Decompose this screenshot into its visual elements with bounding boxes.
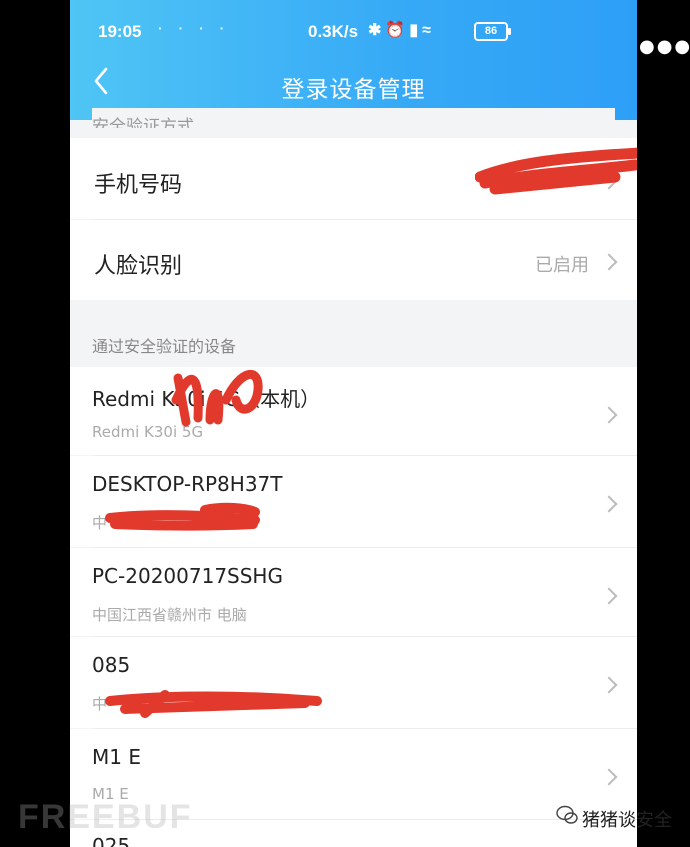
row-value: 已启用 (535, 255, 589, 276)
phone-number-row[interactable]: 手机号码 (70, 138, 637, 219)
chevron-right-icon (600, 253, 618, 271)
device-sub: 中 (92, 514, 108, 532)
chevron-right-icon (600, 768, 618, 786)
wechat-icon (556, 805, 578, 824)
face-recognition-row[interactable]: 人脸识别 已启用 (70, 220, 637, 300)
chevron-right-icon (600, 587, 618, 605)
devices-section-title: 通过安全验证的设备 (92, 337, 237, 356)
status-dots: · · · · (158, 20, 231, 36)
device-name: 085 (92, 653, 131, 677)
device-name: PC-20200717SSHG (92, 564, 283, 588)
device-item[interactable]: Redmi K30i 5G（本机） Redmi K30i 5G (70, 367, 637, 455)
status-icons: ✱⏰▮≈ (368, 20, 435, 40)
network-speed: 0.3K/s (308, 22, 359, 41)
device-sub: Redmi K30i 5G (92, 423, 204, 441)
app-header: 19:05 · · · · 0.3K/s ✱⏰▮≈ 86 登录设备管理 (70, 0, 637, 120)
row-label: 人脸识别 (94, 254, 183, 279)
phone-screen: 19:05 · · · · 0.3K/s ✱⏰▮≈ 86 登录设备管理 安全验证… (70, 0, 637, 847)
section-title-partial: 安全验证方式 (92, 108, 615, 128)
status-bar: 19:05 · · · · 0.3K/s ✱⏰▮≈ 86 (70, 18, 637, 46)
bluetooth-icon: ✱ (368, 22, 386, 39)
device-item[interactable]: PC-20200717SSHG 中国江西省赣州市 电脑 (70, 548, 637, 636)
watermark-author: 猪猪谈安全 (582, 810, 672, 831)
chevron-right-icon (600, 676, 618, 694)
chevron-right-icon (600, 406, 618, 424)
device-sub: 中 (92, 695, 108, 713)
wifi-icon: ≈ (422, 22, 435, 39)
device-sub: 中国江西省赣州市 电脑 (92, 606, 247, 624)
device-name: DESKTOP-RP8H37T (92, 472, 283, 496)
more-menu-icon[interactable]: ●●● (639, 36, 690, 57)
device-item[interactable]: DESKTOP-RP8H37T 中 (70, 456, 637, 547)
status-time: 19:05 (98, 22, 142, 41)
signal-icon: ▮ (409, 22, 423, 39)
row-label: 手机号码 (94, 173, 183, 198)
chevron-right-icon (600, 495, 618, 513)
device-name: M1 E (92, 745, 141, 769)
alarm-icon: ⏰ (385, 22, 410, 39)
device-name: Redmi K30i 5G（本机） (92, 387, 321, 411)
battery-icon: 86 (474, 22, 511, 41)
device-item[interactable]: 085 中 (70, 637, 637, 728)
chevron-right-icon (600, 172, 618, 190)
watermark-freebuf: FREEBUF (18, 798, 193, 836)
page-title: 登录设备管理 (281, 77, 426, 103)
